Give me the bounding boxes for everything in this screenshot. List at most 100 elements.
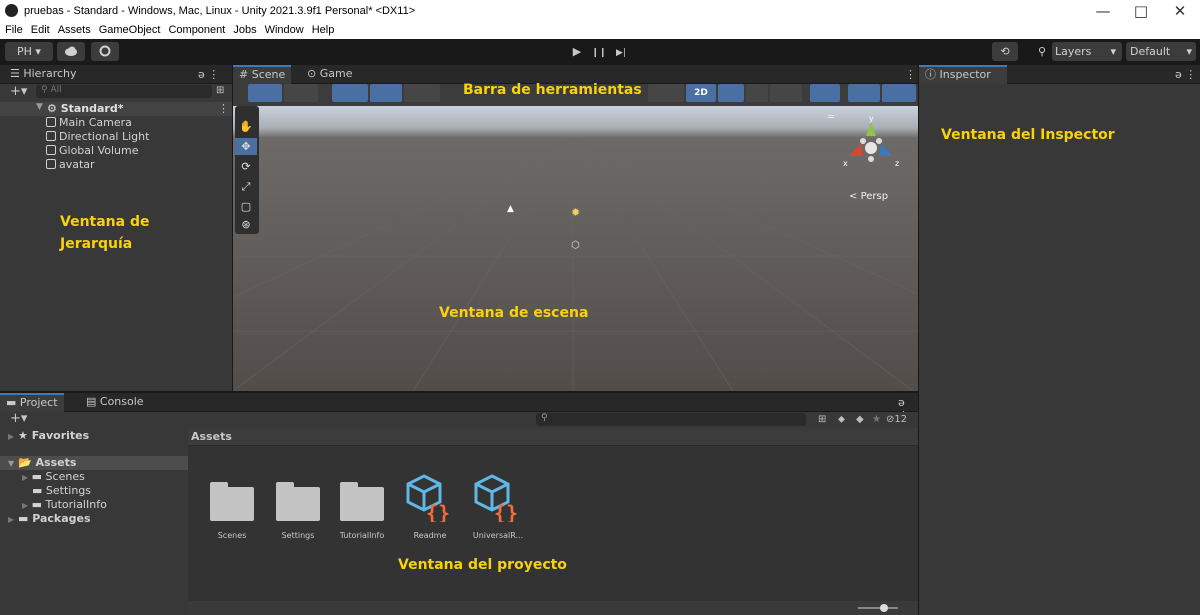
hand-tool-icon[interactable]: ✋ (235, 118, 257, 136)
audio-toggle-button[interactable] (746, 84, 768, 102)
add-button[interactable]: +▾ (10, 84, 27, 99)
scene-viewport[interactable]: ✋ ✥ ⟳ ⤢ ▢ ⊛ ▲ ✹ ⬡ x z y ═ < Persp Ventan… (233, 106, 918, 391)
collab-button[interactable] (91, 42, 119, 61)
tab-inspector[interactable]: ⓘ Inspector (919, 65, 1007, 84)
light-gizmo-icon[interactable]: ✹ (571, 206, 580, 219)
breadcrumb-assets[interactable]: Assets (191, 430, 232, 443)
type-filter-icon[interactable]: ⬥ (838, 414, 845, 425)
project-footer (188, 601, 918, 615)
menu-bar: File Edit Assets GameObject Component Jobs Win… (0, 22, 1200, 39)
hierarchy-item-global-volume[interactable]: Global Volume (46, 144, 139, 157)
annotation-hierarchy-2: Jerarquía (60, 236, 133, 252)
gear-icon (99, 45, 111, 57)
rotate-tool-icon[interactable]: ⟳ (235, 158, 257, 176)
favorites-item[interactable]: ▶ ★ Favorites (8, 429, 89, 442)
lock-icon[interactable]: ə ⋮ (1175, 68, 1196, 81)
pause-button[interactable]: ❙❙ (588, 44, 610, 62)
cloud-button[interactable] (57, 42, 85, 61)
menu-edit[interactable]: Edit (26, 22, 53, 36)
menu-gameobject[interactable]: GameObject (94, 22, 164, 36)
tree-item-tutorialinfo[interactable]: ▶ ▬ TutorialInfo (22, 498, 107, 511)
tab-scene-label: Scene (251, 68, 286, 81)
tab-scene[interactable]: # Scene (233, 65, 292, 84)
hierarchy-item-directional-light[interactable]: Directional Light (46, 130, 149, 143)
x-axis-cone[interactable] (849, 144, 863, 156)
minimize-button[interactable]: — (1083, 2, 1123, 20)
search-button[interactable]: ⚲ (1032, 42, 1052, 61)
orientation-gizmo[interactable]: x z y (841, 114, 901, 174)
menu-component[interactable]: Component (163, 22, 228, 36)
folder-icon[interactable] (210, 482, 254, 521)
gizmos-button[interactable] (882, 84, 916, 102)
undo-history-button[interactable]: ⟲ (992, 42, 1018, 61)
close-button[interactable]: ✕ (1160, 2, 1200, 20)
menu-assets[interactable]: Assets (53, 22, 94, 36)
scene-row[interactable]: ▼ ⚙ Standard* ⋮ (0, 102, 232, 116)
volume-gizmo-icon[interactable]: ⬡ (571, 240, 580, 251)
maximize-button[interactable]: □ (1121, 2, 1161, 20)
tree-item-settings[interactable]: ▬ Settings (32, 484, 91, 497)
hidden-packages-icon[interactable]: ⊘12 (886, 414, 907, 425)
tab-console[interactable]: ▤ Console (80, 393, 150, 412)
tab-game[interactable]: ⊙ Game (301, 65, 358, 84)
expand-arrow-icon[interactable]: ▼ (36, 102, 43, 112)
account-button[interactable]: PH ▾ (5, 42, 53, 61)
play-button[interactable]: ▶ (566, 43, 588, 61)
scene-menu-icon[interactable]: ⋮ (218, 102, 229, 115)
z-axis-cone[interactable] (879, 144, 893, 156)
item-label: avatar (59, 158, 95, 171)
increment-snap-button[interactable] (370, 84, 402, 102)
hierarchy-item-main-camera[interactable]: Main Camera (46, 116, 132, 129)
step-button[interactable]: ▶| (610, 44, 632, 62)
global-button[interactable] (284, 84, 318, 102)
packages-item[interactable]: ▶ ▬ Packages (8, 512, 91, 525)
layers-dropdown[interactable]: Layers ▾ (1052, 42, 1122, 61)
label-filter-icon[interactable]: ◆ (856, 414, 864, 425)
align-button[interactable] (404, 84, 440, 102)
star-icon[interactable]: ★ (872, 414, 881, 425)
scene-menu-icon[interactable]: ⋮ (905, 68, 916, 81)
folder-icon[interactable] (276, 482, 320, 521)
lock-icon[interactable]: ə ⋮ (198, 68, 219, 81)
lighting-toggle-button[interactable] (718, 84, 744, 102)
move-tool-icon[interactable]: ✥ (235, 138, 257, 156)
menu-jobs[interactable]: Jobs (228, 22, 259, 36)
hidden-objects-button[interactable] (810, 84, 840, 102)
overlay-handle-icon[interactable]: ═ (828, 112, 834, 123)
grid-snap-button[interactable] (332, 84, 368, 102)
hierarchy-search-input[interactable]: ⚲ All (36, 85, 212, 98)
zoom-slider-track[interactable] (858, 607, 898, 609)
create-icon[interactable]: ⊞ (818, 414, 826, 425)
tab-project[interactable]: ▬ Project (0, 393, 64, 412)
tools-overlay: ✋ ✥ ⟳ ⤢ ▢ ⊛ (235, 106, 259, 234)
project-search-input[interactable]: ⚲ (536, 413, 806, 426)
draw-mode-button[interactable] (248, 84, 282, 102)
assets-item[interactable]: ▼ 📂 Assets (8, 456, 76, 469)
menu-window[interactable]: Window (260, 22, 307, 36)
persp-toggle[interactable]: < Persp (849, 191, 888, 202)
menu-file[interactable]: File (0, 22, 26, 36)
package-icon[interactable]: {} (406, 472, 452, 522)
filter-icon[interactable]: ⊞ (216, 85, 224, 96)
tab-inspector-label: Inspector (939, 68, 991, 81)
tab-hierarchy[interactable]: ☰ Hierarchy (4, 65, 83, 84)
add-asset-button[interactable]: +▾ (10, 411, 27, 426)
hierarchy-item-avatar[interactable]: avatar (46, 158, 95, 171)
menu-help[interactable]: Help (307, 22, 338, 36)
effects-toggle-button[interactable] (770, 84, 802, 102)
package-icon[interactable]: {} (474, 472, 520, 522)
tree-item-scenes[interactable]: ▶ ▬ Scenes (22, 470, 85, 483)
tab-project-label: Project (19, 396, 58, 409)
gizmo-center[interactable] (865, 142, 877, 154)
scale-tool-icon[interactable]: ⤢ (235, 178, 257, 196)
y-axis-cone[interactable] (866, 122, 876, 136)
transform-tool-icon[interactable]: ⊛ (235, 216, 257, 234)
2d-toggle-button[interactable]: 2D (686, 84, 716, 102)
layout-dropdown[interactable]: Default ▾ (1126, 42, 1196, 61)
camera-gizmo-icon[interactable]: ▲ (507, 204, 514, 214)
folder-icon[interactable] (340, 482, 384, 521)
rect-tool-icon[interactable]: ▢ (235, 198, 257, 216)
zoom-slider-handle[interactable] (880, 604, 888, 612)
shading-mode-button[interactable] (648, 84, 684, 102)
camera-settings-button[interactable] (848, 84, 880, 102)
